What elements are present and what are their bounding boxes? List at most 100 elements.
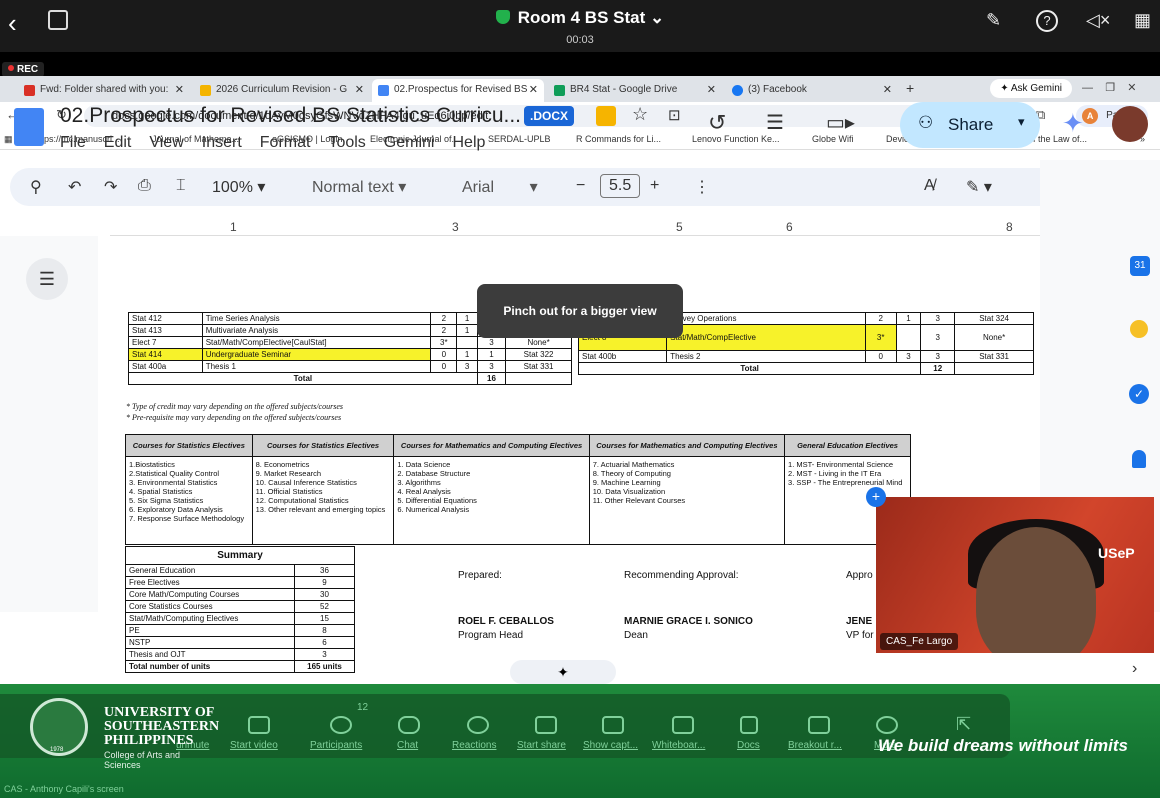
start-video-button[interactable]: Start video [230, 740, 278, 751]
document-title[interactable]: 02.Prospectus for Revised BS Statistics … [60, 104, 521, 128]
horizontal-ruler[interactable]: 1 3 5 6 8 [110, 218, 1040, 236]
gemini-float-button[interactable]: ✦ [510, 660, 616, 684]
participants-button[interactable]: Participants [310, 740, 362, 751]
table-row: Elect 7 Stat/Math/CompElective[CaulStat] 3… [128, 336, 572, 349]
redo-icon[interactable]: ↷ [104, 177, 117, 197]
comments-icon[interactable]: ☰ [766, 110, 784, 135]
keep-icon[interactable] [1130, 320, 1148, 338]
table-cell: Stat 400a [128, 360, 203, 373]
font-select[interactable]: Arial ▾ [462, 177, 538, 197]
menu-insert[interactable]: Insert [202, 134, 242, 151]
new-tab-icon[interactable]: + [906, 80, 914, 96]
menu-view[interactable]: View [149, 134, 183, 151]
window-controls[interactable]: — ❐ ✕ [1082, 81, 1137, 94]
table-row: Core Statistics Courses 52 [125, 600, 356, 613]
meet-icon[interactable]: ▭▸ [826, 110, 855, 135]
list-item: 5. Six Sigma Statistics [129, 496, 204, 505]
browser-tab[interactable]: Fwd: Folder shared with you: ✕ [18, 79, 190, 102]
table-cell: Stat 331 [954, 350, 1034, 363]
browser-tab[interactable]: BR4 Stat - Google Drive ✕ [548, 79, 722, 102]
app-grid-icon[interactable]: ▦ [1134, 10, 1151, 31]
chat-button[interactable]: Chat [397, 740, 418, 751]
whiteboard-button[interactable]: Whiteboar... [652, 740, 705, 751]
menu-format[interactable]: Format [260, 134, 311, 151]
edit-mode-icon[interactable]: ✎ ▾ [966, 177, 992, 197]
prepared-label: Prepared: [458, 570, 502, 581]
search-icon[interactable]: ⚲ [30, 177, 42, 197]
spellcheck-icon[interactable]: A̸ [924, 177, 935, 195]
close-tab-icon[interactable]: ✕ [175, 83, 184, 96]
undo-icon[interactable]: ↶ [68, 177, 81, 197]
google-docs-icon[interactable] [14, 108, 44, 146]
style-select[interactable]: Normal text ▾ [312, 177, 406, 197]
show-captions-button[interactable]: Show capt... [583, 740, 638, 751]
menu-help[interactable]: Help [452, 134, 485, 151]
contacts-icon[interactable] [1132, 450, 1146, 468]
university-slogan: We build dreams without limits [878, 736, 1128, 755]
list-item: 4. Spatial Statistics [129, 487, 193, 496]
table-cell: 8 [293, 624, 356, 637]
table-cell: Survey Operations [666, 312, 866, 325]
more-vert-icon[interactable]: ⋮ [694, 177, 710, 197]
paint-format-icon[interactable]: ⌶ [176, 177, 186, 195]
chevron-down-icon[interactable]: ▾ [1018, 114, 1025, 130]
total-row: Total number of units 165 units [125, 660, 356, 673]
avatar[interactable] [1112, 106, 1148, 142]
menu-tools[interactable]: Tools [328, 134, 365, 151]
leave-icon[interactable]: ⇱ [956, 714, 971, 735]
bookmark-item[interactable]: Lenovo Function Ke... [692, 134, 780, 144]
table-cell: Stat 324 [954, 312, 1034, 325]
total-units: 165 units [293, 660, 356, 673]
breakout-rooms-button[interactable]: Breakout r... [788, 740, 842, 751]
table-cell: Thesis 2 [666, 350, 866, 363]
offline-badge-icon[interactable] [596, 106, 616, 126]
magic-wand-icon[interactable]: ✎ [986, 10, 1001, 31]
ask-gemini-button[interactable]: ✦ Ask Gemini [990, 79, 1072, 98]
zoom-select[interactable]: 100% ▾ [212, 177, 265, 197]
chevron-right-icon[interactable]: › [1132, 660, 1137, 678]
table-cell: 1 [456, 312, 478, 325]
participant-video-tile[interactable]: USeP CAS_Fe Largo [876, 497, 1154, 653]
close-tab-icon[interactable]: ✕ [883, 83, 892, 96]
browser-tab[interactable]: 2026 Curriculum Revision - G ✕ [194, 79, 370, 102]
tasks-icon[interactable]: ✓ [1129, 384, 1149, 404]
menu-gemini[interactable]: Gemini [384, 134, 435, 151]
docs-button[interactable]: Docs [737, 740, 760, 751]
bookmark-item[interactable]: Globe Wifi [812, 134, 854, 144]
chat-icon [398, 716, 420, 734]
speaker-off-icon[interactable]: ◁× [1086, 10, 1110, 31]
close-tab-icon[interactable]: ✕ [529, 83, 538, 96]
history-icon[interactable]: ↺ [708, 110, 726, 136]
browser-tab[interactable]: (3) Facebook ✕ [726, 79, 898, 102]
menu-file[interactable]: File [60, 134, 86, 151]
docx-badge[interactable]: .DOCX [524, 106, 575, 126]
move-icon[interactable]: ⊡ [668, 106, 681, 124]
table-cell: 3 [293, 648, 356, 661]
print-icon[interactable]: ⎙ [138, 177, 151, 195]
apps-grid-icon[interactable]: ▦ [4, 134, 13, 145]
captions-icon [602, 716, 624, 734]
calendar-icon[interactable]: 31 [1130, 256, 1150, 276]
gemini-sparkle-icon[interactable]: ✦ [1062, 108, 1084, 139]
close-tab-icon[interactable]: ✕ [355, 83, 364, 96]
start-share-button[interactable]: Start share [517, 740, 566, 751]
decrease-font-size-icon[interactable]: − [576, 177, 585, 195]
star-icon[interactable]: ☆ [632, 104, 648, 125]
people-icon: ⚇ [918, 113, 934, 132]
bookmark-item[interactable]: R Commands for Li... [576, 134, 661, 144]
increase-font-size-icon[interactable]: + [650, 177, 659, 195]
add-icon[interactable]: + [866, 487, 886, 507]
screen-share-label: CAS - Anthony Capili's screen [4, 784, 124, 794]
reactions-icon [467, 716, 489, 734]
table-cell: 0 [430, 348, 458, 361]
close-tab-icon[interactable]: ✕ [707, 83, 716, 96]
help-icon[interactable]: ? [1036, 10, 1058, 32]
font-size-field[interactable]: 5.5 [600, 174, 641, 198]
menu-edit[interactable]: Edit [104, 134, 132, 151]
outline-toggle-icon[interactable]: ☰ [26, 258, 68, 300]
table-cell: 3 [456, 360, 478, 373]
browser-tab-active[interactable]: 02.Prospectus for Revised BS ✕ [372, 79, 544, 102]
share-button[interactable]: ⚇ Share ▾ [900, 102, 1040, 148]
total-row: Total 12 [577, 362, 1034, 375]
reactions-button[interactable]: Reactions [452, 740, 496, 751]
